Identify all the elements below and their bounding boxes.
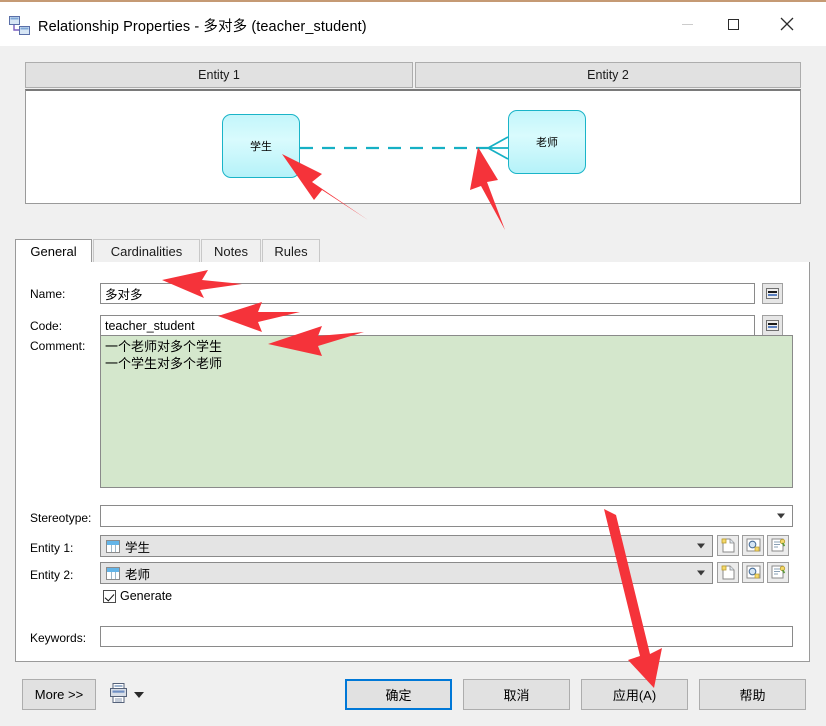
stereotype-label: Stereotype: bbox=[30, 511, 92, 525]
entity-2-label: Entity 2: bbox=[30, 568, 74, 582]
tab-rules-label: Rules bbox=[274, 244, 308, 259]
relationship-icon bbox=[9, 16, 31, 36]
generate-label: Generate bbox=[120, 589, 173, 603]
tab-notes[interactable]: Notes bbox=[201, 239, 261, 263]
entity-2-value: 老师 bbox=[125, 567, 151, 582]
generate-checkbox[interactable]: Generate bbox=[103, 589, 172, 603]
entity-2-properties-icon[interactable] bbox=[767, 562, 789, 583]
ok-button-label: 确定 bbox=[385, 688, 412, 703]
keywords-label: Keywords: bbox=[30, 631, 87, 645]
relationship-properties-window: Relationship Properties - 多对多 (teacher_s… bbox=[0, 0, 826, 726]
title-bar: Relationship Properties - 多对多 (teacher_s… bbox=[0, 2, 826, 46]
tab-general-label: General bbox=[30, 243, 77, 259]
more-button-label: More >> bbox=[34, 687, 84, 702]
minimize-icon[interactable] bbox=[664, 2, 710, 46]
help-button[interactable]: 帮助 bbox=[699, 679, 806, 710]
window-title: Relationship Properties - 多对多 (teacher_s… bbox=[38, 19, 367, 35]
name-input[interactable]: 多对多 bbox=[100, 283, 755, 304]
tab-notes-label: Notes bbox=[214, 244, 248, 259]
entity-1-new-icon[interactable] bbox=[717, 535, 739, 556]
entity-1-header[interactable]: Entity 1 bbox=[25, 62, 413, 88]
entity-header-bar: Entity 1 Entity 2 bbox=[25, 62, 801, 88]
cancel-button-label: 取消 bbox=[503, 688, 530, 703]
entity-box-student[interactable]: 学生 bbox=[222, 114, 300, 178]
tab-rules[interactable]: Rules bbox=[262, 239, 320, 263]
entity-1-label: Entity 1: bbox=[30, 541, 74, 555]
tab-general[interactable]: General bbox=[15, 239, 92, 263]
entity-2-browse-icon[interactable] bbox=[742, 562, 764, 583]
entity-1-header-label: Entity 1 bbox=[198, 68, 240, 82]
help-button-label: 帮助 bbox=[739, 688, 766, 703]
checkbox-check-icon bbox=[103, 589, 116, 603]
entity-2-header-label: Entity 2 bbox=[587, 68, 629, 82]
ok-button[interactable]: 确定 bbox=[345, 679, 452, 710]
entity-1-properties-icon[interactable] bbox=[767, 535, 789, 556]
comment-label: Comment: bbox=[30, 339, 86, 353]
entity-1-value: 学生 bbox=[125, 540, 151, 555]
entity-1-combobox[interactable]: 学生 bbox=[100, 535, 713, 557]
table-icon bbox=[106, 566, 120, 580]
comment-textarea[interactable]: 一个老师对多个学生 一个学生对多个老师 bbox=[100, 335, 793, 488]
maximize-icon[interactable] bbox=[710, 2, 756, 46]
code-equals-button[interactable] bbox=[762, 315, 783, 336]
chevron-down-icon bbox=[697, 543, 705, 549]
name-label: Name: bbox=[30, 287, 66, 301]
chevron-down-icon bbox=[697, 570, 705, 576]
code-input[interactable]: teacher_student bbox=[100, 315, 755, 336]
entity-1-browse-icon[interactable] bbox=[742, 535, 764, 556]
apply-button-label: 应用(A) bbox=[612, 688, 657, 703]
more-button[interactable]: More >> bbox=[22, 679, 96, 710]
relationship-connector bbox=[300, 136, 509, 160]
chevron-down-icon bbox=[777, 513, 785, 519]
entity-2-combobox[interactable]: 老师 bbox=[100, 562, 713, 584]
apply-button[interactable]: 应用(A) bbox=[581, 679, 688, 710]
keywords-input[interactable] bbox=[100, 626, 793, 647]
entity-2-new-icon[interactable] bbox=[717, 562, 739, 583]
cancel-button[interactable]: 取消 bbox=[463, 679, 570, 710]
entity-box-teacher[interactable]: 老师 bbox=[508, 110, 586, 174]
chevron-down-icon[interactable] bbox=[134, 692, 144, 698]
close-icon[interactable] bbox=[764, 2, 810, 46]
stereotype-combobox[interactable] bbox=[100, 505, 793, 527]
tab-strip: General Cardinalities Notes Rules bbox=[15, 239, 810, 263]
relationship-diagram-preview: 学生 老师 bbox=[25, 89, 801, 204]
entity-box-student-label: 学生 bbox=[250, 141, 272, 153]
code-label: Code: bbox=[30, 319, 63, 333]
tab-cardinalities-label: Cardinalities bbox=[110, 244, 183, 259]
entity-2-header[interactable]: Entity 2 bbox=[415, 62, 801, 88]
name-equals-button[interactable] bbox=[762, 283, 783, 304]
entity-box-teacher-label: 老师 bbox=[536, 137, 558, 149]
tab-cardinalities[interactable]: Cardinalities bbox=[93, 239, 200, 263]
print-icon[interactable] bbox=[110, 683, 127, 703]
table-icon bbox=[106, 539, 120, 553]
